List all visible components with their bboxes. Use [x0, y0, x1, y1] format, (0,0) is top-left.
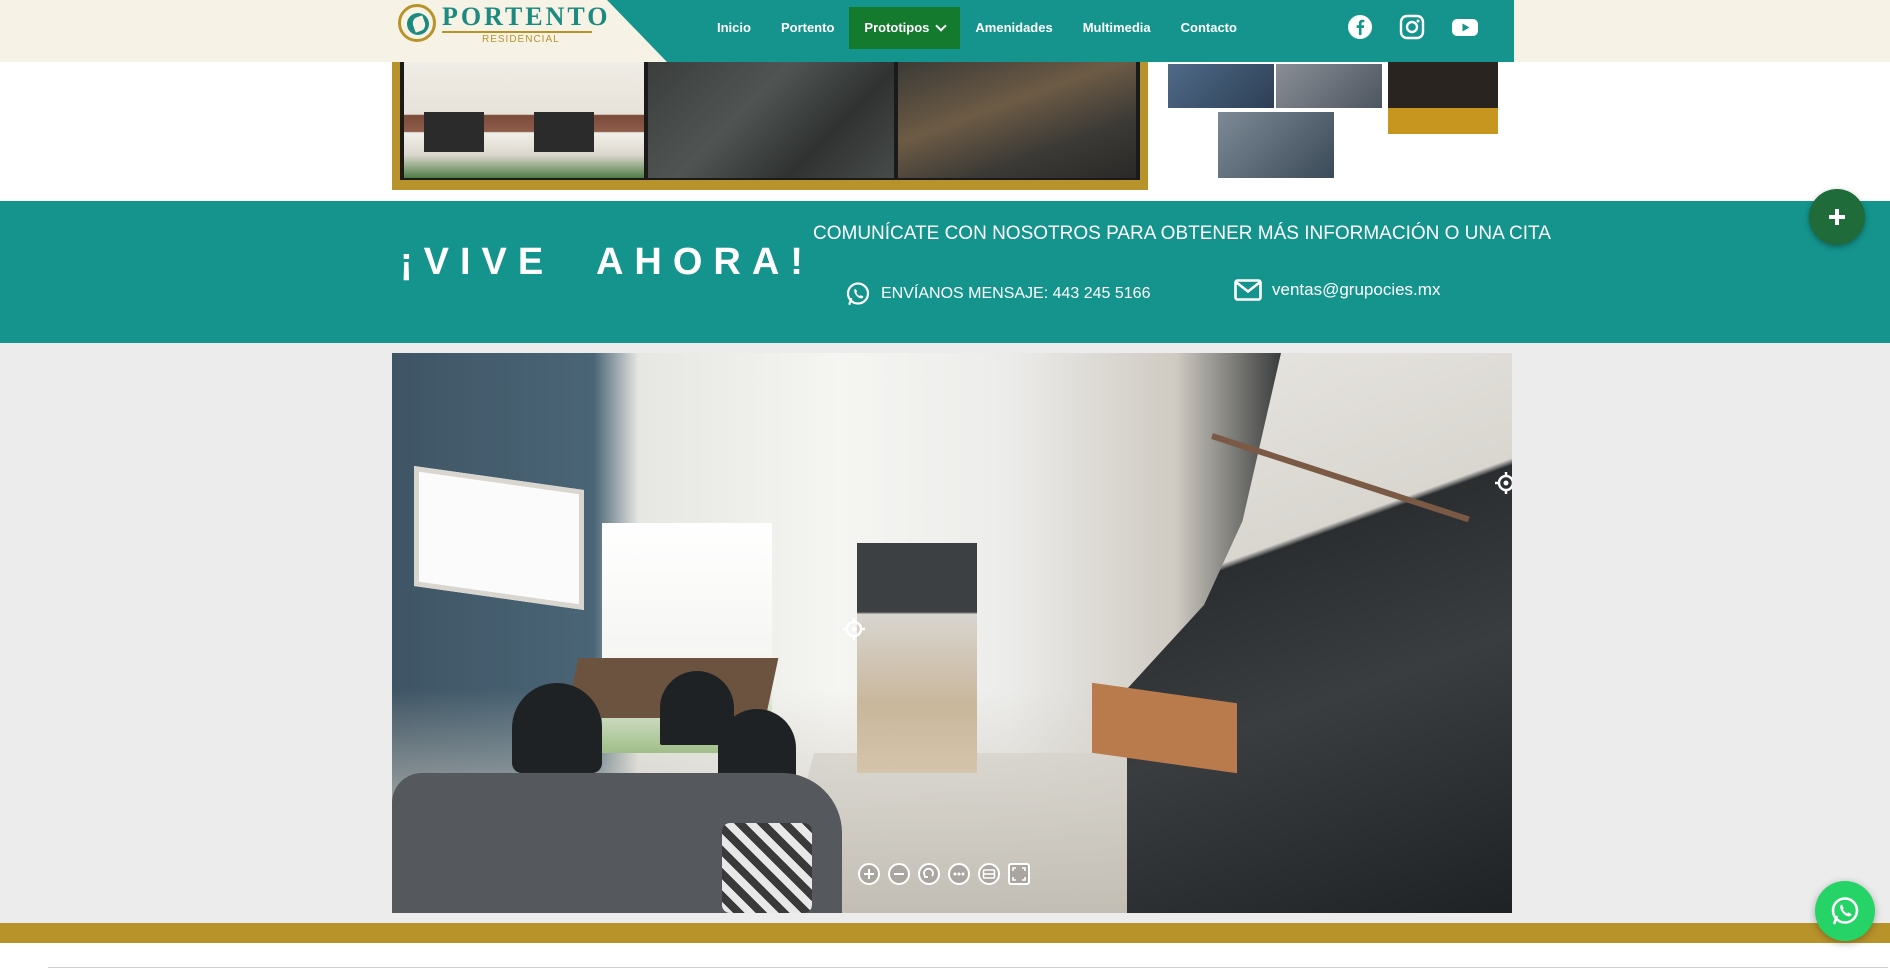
pano-kitchen [857, 543, 977, 773]
youtube-icon[interactable] [1451, 14, 1478, 40]
prototype-gallery [392, 62, 1148, 190]
cta-title: COMUNÍCATE CON NOSOTROS PARA OBTENER MÁS… [813, 223, 1551, 244]
zoom-out-icon[interactable] [888, 863, 910, 885]
instagram-icon[interactable] [1399, 14, 1425, 40]
brand-tagline: RESIDENCIAL [482, 34, 560, 45]
gallery-image-facade[interactable] [404, 62, 644, 178]
section-divider [48, 967, 1888, 968]
envelope-icon [1234, 279, 1262, 301]
nav-item-contacto[interactable]: Contacto [1166, 7, 1252, 49]
hotspot-kitchen-target-icon[interactable] [842, 617, 866, 641]
nav-item-portento[interactable]: Portento [766, 7, 849, 49]
whatsapp-message-link[interactable]: ENVÍANOS MENSAJE: 443 245 5166 [845, 281, 1150, 307]
gyroscope-icon[interactable] [978, 863, 1000, 885]
brand-logo[interactable]: PORTENTO RESIDENCIAL [392, 0, 667, 62]
main-navbar: PORTENTO RESIDENCIAL Inicio Portento Pro… [392, 0, 1514, 62]
brand-name: PORTENTO [442, 2, 611, 31]
next-section-preview [0, 943, 1890, 970]
hotspot-stairs-target-icon[interactable] [1494, 471, 1512, 495]
gallery-image-terrace[interactable] [898, 62, 1136, 178]
nav-item-label: Prototipos [864, 20, 930, 35]
nav-item-prototipos[interactable]: Prototipos [849, 7, 961, 49]
logo-divider [442, 31, 592, 33]
gallery-image-kitchen[interactable] [648, 62, 894, 178]
email-address: ventas@grupocies.mx [1272, 280, 1441, 299]
pano-staircase [1127, 353, 1512, 913]
contact-cta-band: ¡VIVE AHORA! COMUNÍCATE CON NOSOTROS PAR… [0, 201, 1890, 343]
gallery-thumb-roof-garden[interactable] [1388, 62, 1498, 134]
chevron-down-icon [935, 20, 948, 32]
expand-plus-button[interactable] [1809, 189, 1865, 245]
whatsapp-icon [846, 282, 870, 306]
pano-wall-mirror [414, 466, 584, 610]
top-header: PORTENTO RESIDENCIAL Inicio Portento Pro… [0, 0, 1890, 62]
whatsapp-chat-button[interactable] [1815, 881, 1875, 941]
promo-band [1388, 108, 1498, 134]
gallery-frame [400, 62, 1140, 180]
pano-chairs [512, 683, 602, 773]
panorama-viewer[interactable] [392, 353, 1512, 913]
cta-headline: ¡VIVE AHORA! [400, 241, 814, 283]
fullscreen-icon[interactable] [1008, 863, 1030, 885]
gallery-thumb-living[interactable] [1168, 64, 1274, 108]
nav-item-inicio[interactable]: Inicio [702, 7, 766, 49]
nav-item-amenidades[interactable]: Amenidades [960, 7, 1067, 49]
gold-divider-band [0, 923, 1890, 943]
nav-item-multimedia[interactable]: Multimedia [1068, 7, 1166, 49]
social-links [1347, 14, 1478, 40]
phone-label: ENVÍANOS MENSAJE: 443 245 5166 [881, 285, 1151, 302]
pano-glass-door [602, 523, 772, 753]
more-icon[interactable] [948, 863, 970, 885]
virtual-tour-section [0, 343, 1890, 923]
facebook-icon[interactable] [1347, 14, 1373, 40]
whatsapp-icon [1831, 897, 1859, 925]
gallery-thumb-dining[interactable] [1218, 112, 1334, 178]
floorplan-gallery [1166, 62, 1500, 178]
nav-menu: Inicio Portento Prototipos Amenidades Mu… [702, 7, 1252, 49]
zoom-in-icon[interactable] [858, 863, 880, 885]
pano-pillow [722, 823, 812, 913]
email-link[interactable]: ventas@grupocies.mx [1234, 279, 1440, 301]
auto-rotate-icon[interactable] [918, 863, 940, 885]
gallery-thumb-bedroom[interactable] [1276, 64, 1382, 108]
leaf-logo-icon [398, 4, 436, 42]
panorama-controls [858, 863, 1030, 885]
